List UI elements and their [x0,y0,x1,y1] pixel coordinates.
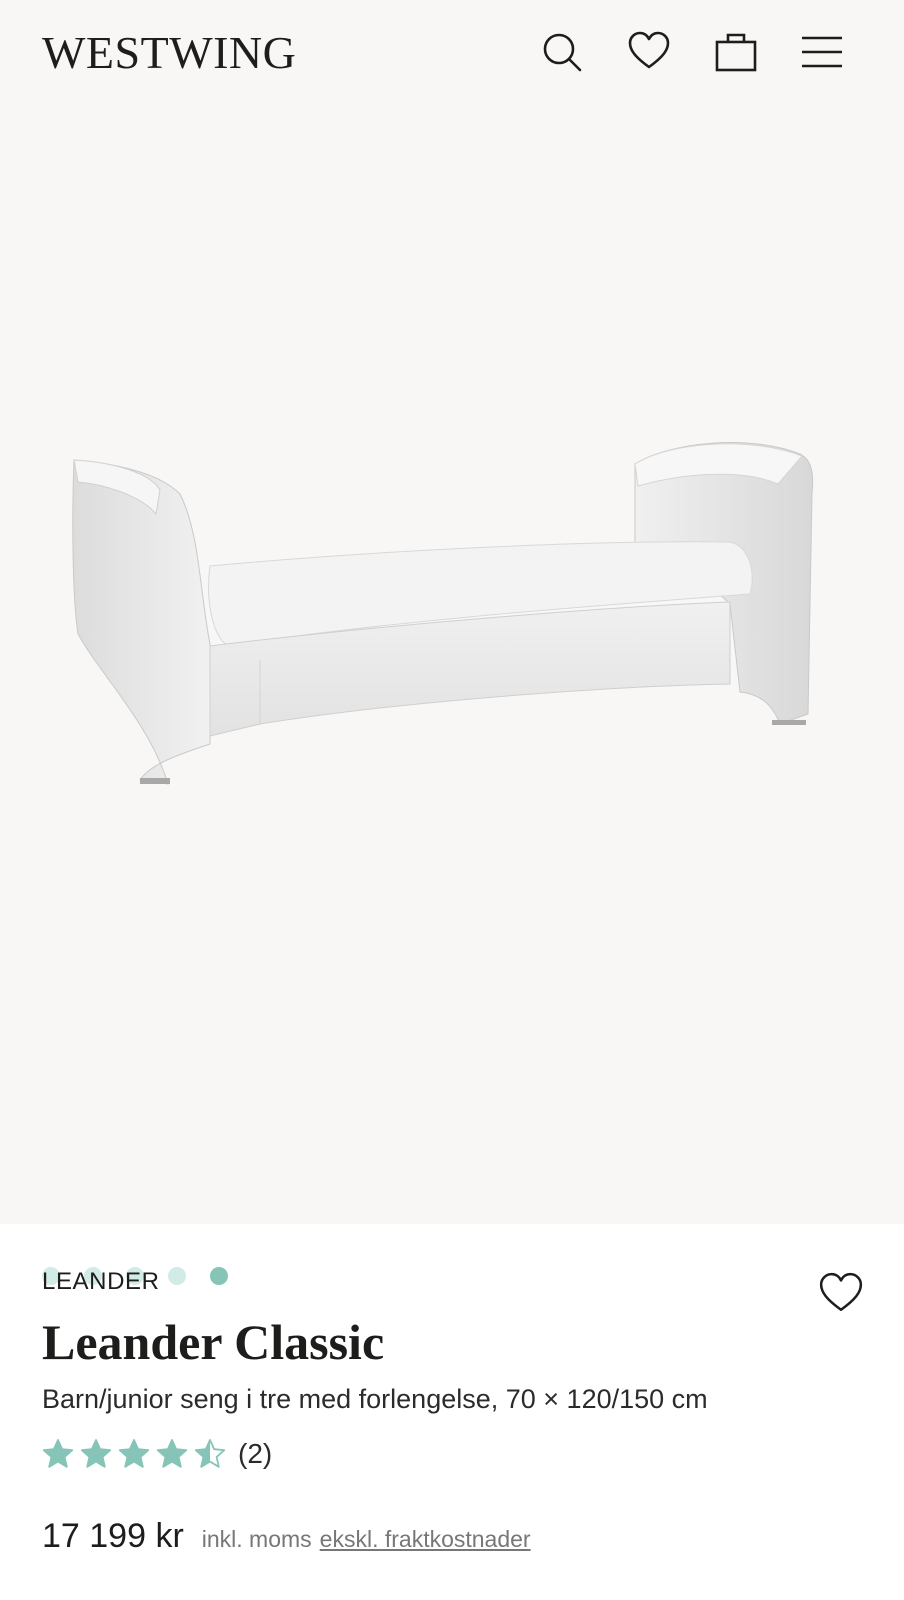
add-to-wishlist-button[interactable] [818,1270,864,1316]
cart-button[interactable] [714,30,758,74]
vat-note: inkl. moms [201,1526,312,1552]
site-header: WESTWING [0,0,904,104]
star-full-icon [156,1439,188,1468]
review-count: (2) [238,1438,273,1469]
westwing-logo[interactable]: WESTWING [42,28,296,78]
bag-icon [715,33,757,72]
menu-button[interactable] [800,30,844,74]
menu-icon [802,36,842,68]
gallery-dot-active[interactable] [210,1267,228,1285]
rating-stars [42,1438,226,1470]
star-full-icon [80,1439,112,1468]
product-subtitle: Barn/junior seng i tre med forlengelse, … [42,1384,708,1414]
search-button[interactable] [540,30,584,74]
product-rating[interactable]: (2) [42,1438,272,1470]
star-full-icon [118,1439,150,1468]
product-brand[interactable]: LEANDER [42,1268,160,1296]
product-image-gallery[interactable] [0,104,904,1285]
shipping-cost-link[interactable]: ekskl. fraktkostnader [320,1526,531,1553]
heart-icon [628,31,670,69]
search-icon [543,33,582,72]
wishlist-button[interactable] [627,30,671,74]
gallery-dot[interactable] [168,1267,186,1285]
heart-icon [819,1272,863,1311]
price-row: 17 199 kr inkl. moms ekskl. fraktkostnad… [42,1517,531,1556]
star-full-icon [42,1439,74,1468]
product-image [72,442,814,785]
product-title: Leander Classic [42,1314,385,1370]
star-half-icon [194,1439,226,1468]
product-price: 17 199 kr [42,1517,184,1555]
